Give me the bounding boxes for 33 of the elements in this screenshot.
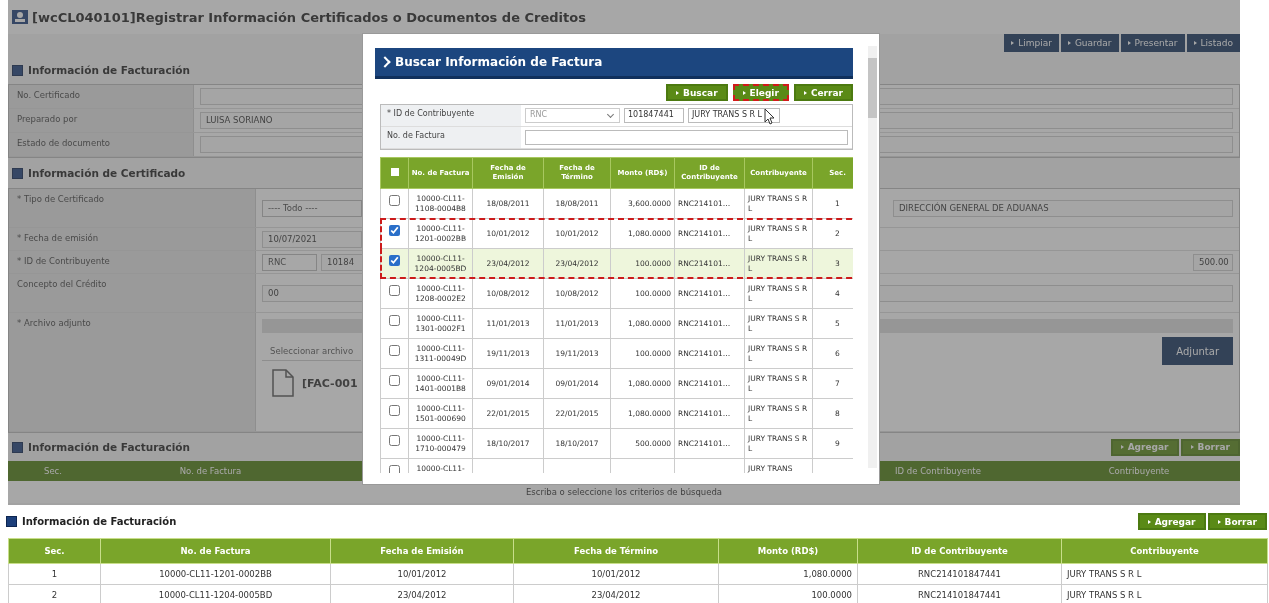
table-cell: RNC214101847441 xyxy=(917,590,1002,600)
table-cell: 1 xyxy=(51,569,58,579)
window-title: [wcCL040101]Registrar Información Certificados o Documentos de Creditos xyxy=(32,9,586,25)
table-cell: 10000-CL11-1204-0005BD xyxy=(158,590,273,600)
table-cell: 1,080.0000 xyxy=(803,569,852,579)
table-cell: 23/04/2012 xyxy=(397,590,447,600)
field-label: No. Certificado xyxy=(9,85,194,108)
table-cell: 2 xyxy=(51,590,58,600)
field-label: Preparado por xyxy=(9,109,194,132)
field-label: * ID de Contribuyente xyxy=(381,105,521,126)
section-title: Información de Certificado xyxy=(28,167,186,179)
issuer-field: DIRECCIÓN GENERAL DE ADUANAS xyxy=(893,199,1233,217)
field-label: Concepto del Crédito xyxy=(9,274,256,312)
table-cell: JURY TRANS S R L xyxy=(1067,569,1142,579)
field-label: Estado de documento xyxy=(9,133,194,156)
field-label: * Archivo adjunto xyxy=(9,313,256,431)
field-label: * Fecha de emisión xyxy=(9,228,256,250)
table-cell: 10000-CL11-1201-0002BB xyxy=(159,569,272,579)
section-title: Información de Facturación xyxy=(28,441,190,453)
field-label: * ID de Contribuyente xyxy=(9,251,256,273)
empty-message: Escriba o seleccione los criterios de búsqueda xyxy=(525,487,723,497)
dialog-title: Buscar Información de Factura xyxy=(395,55,603,69)
section-title: Información de Facturación xyxy=(22,516,177,527)
table-cell: 10/01/2012 xyxy=(397,569,447,579)
field-label: * Tipo de Certificado xyxy=(9,189,256,227)
table-cell: 10/01/2012 xyxy=(591,569,641,579)
table-cell: 23/04/2012 xyxy=(591,590,641,600)
table-cell: RNC214101847441 xyxy=(917,569,1002,579)
file-name: [FAC-001 xyxy=(302,376,358,390)
section-title: Información de Facturación xyxy=(28,64,190,76)
table-cell: 100.0000 xyxy=(811,590,852,600)
table-cell: JURY TRANS S R L xyxy=(1067,590,1142,600)
field-label: No. de Factura xyxy=(381,127,521,148)
